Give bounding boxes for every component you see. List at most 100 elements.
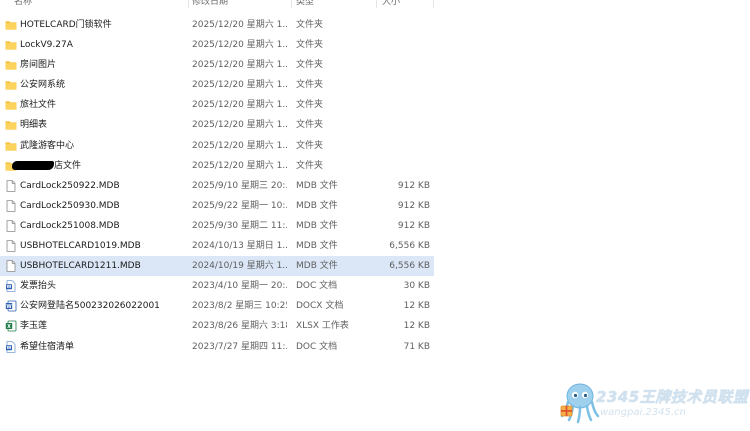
- column-name-header[interactable]: 名称: [14, 0, 32, 8]
- file-row[interactable]: 公安网系统 2025/12/20 星期六 1... 文件夹: [0, 75, 434, 95]
- file-name: CardLock250930.MDB: [20, 200, 120, 211]
- file-date-modified: 2023/4/10 星期一 20:...: [192, 281, 287, 292]
- file-row[interactable]: W 公安网登陆名500232026022001 2023/8/2 星期三 10:25…: [0, 296, 434, 316]
- file-row[interactable]: USBHOTELCARD1019.MDB 2024/10/13 星期日 1... M…: [0, 236, 434, 256]
- word-doc-icon: W: [5, 340, 17, 353]
- file-size: 6,556 KB: [389, 261, 430, 272]
- file-name: 明细表: [20, 120, 48, 131]
- column-divider[interactable]: [188, 0, 189, 8]
- file-row[interactable]: CardLock251008.MDB 2025/9/30 星期二 11:... MD…: [0, 216, 434, 236]
- file-date-modified: 2024/10/19 星期六 1...: [192, 261, 287, 272]
- file-type: XLSX 工作表: [296, 321, 349, 332]
- file-name: 公安网登陆名500232026022001: [20, 301, 160, 312]
- column-date-header[interactable]: 修改日期: [192, 0, 228, 8]
- file-type: MDB 文件: [296, 261, 338, 272]
- file-name: 发票抬头: [20, 281, 57, 292]
- file-type: 文件夹: [296, 80, 324, 91]
- file-type: 文件夹: [296, 20, 324, 30]
- column-type-header[interactable]: 类型: [296, 0, 314, 8]
- file-name: HOTELCARD门锁软件: [20, 20, 112, 30]
- file-size: [378, 75, 430, 95]
- file-icon: [5, 200, 17, 212]
- file-date-modified: 2023/7/27 星期四 11:...: [192, 341, 287, 352]
- file-date-modified: 2025/12/20 星期六 1...: [192, 100, 287, 111]
- file-row[interactable]: CardLock250922.MDB 2025/9/10 星期三 20:... MD…: [0, 176, 434, 196]
- file-row[interactable]: X 李玉莲 2023/8/26 星期六 3:18 XLSX 工作表 12 KB: [0, 316, 434, 336]
- word-doc-icon: W: [5, 280, 17, 293]
- file-type: MDB 文件: [296, 180, 338, 191]
- file-size: 912 KB: [397, 220, 430, 231]
- file-row[interactable]: W 发票抬头 2023/4/10 星期一 20:... DOC 文档 30 KB: [0, 276, 434, 296]
- file-size: 12 KB: [403, 321, 430, 332]
- file-size: [378, 15, 430, 35]
- excel-icon: X: [5, 320, 17, 332]
- file-size: [378, 115, 430, 135]
- file-name: USBHOTELCARD1211.MDB: [20, 261, 141, 272]
- file-size: [378, 156, 430, 176]
- file-type: 文件夹: [296, 60, 324, 71]
- file-row[interactable]: 武隆游客中心 2025/12/20 星期六 1... 文件夹: [0, 136, 434, 156]
- file-name: CardLock250922.MDB: [20, 180, 120, 191]
- file-type: DOC 文档: [296, 341, 338, 352]
- file-icon: [5, 240, 17, 252]
- file-size: 71 KB: [403, 341, 430, 352]
- svg-text:W: W: [6, 304, 12, 310]
- file-type: DOC 文档: [296, 281, 338, 292]
- file-date-modified: 2025/12/20 星期六 1...: [192, 160, 287, 171]
- svg-text:X: X: [7, 324, 11, 330]
- watermark-url: wangpai.2345.cn: [600, 407, 686, 418]
- file-type: 文件夹: [296, 120, 324, 131]
- file-row[interactable]: 房间图片 2025/12/20 星期六 1... 文件夹: [0, 55, 434, 75]
- file-size: 6,556 KB: [389, 241, 430, 252]
- folder-icon: [5, 140, 17, 152]
- file-list: HOTELCARD门锁软件 2025/12/20 星期六 1... 文件夹 LockV…: [0, 15, 434, 357]
- file-name: 李玉莲: [20, 321, 48, 332]
- file-name: CardLock251008.MDB: [20, 220, 120, 231]
- file-row[interactable]: CardLock250930.MDB 2025/9/22 星期一 10:... MD…: [0, 196, 434, 216]
- file-size: 912 KB: [397, 200, 430, 211]
- file-icon: [5, 179, 17, 192]
- file-name: 房间图片: [20, 60, 57, 71]
- column-divider[interactable]: [376, 0, 377, 8]
- column-divider[interactable]: [433, 0, 434, 8]
- file-type: 文件夹: [296, 40, 324, 51]
- file-date-modified: 2025/9/30 星期二 11:...: [192, 220, 287, 231]
- file-date-modified: 2025/12/20 星期六 1...: [192, 140, 287, 151]
- file-date-modified: 2025/9/22 星期一 10:...: [192, 200, 287, 211]
- file-name: 旅社文件: [20, 100, 57, 111]
- file-row[interactable]: W 希望住宿清单 2023/7/27 星期四 11:... DOC 文档 71 KB: [0, 337, 434, 357]
- file-name: USBHOTELCARD1019.MDB: [20, 241, 141, 252]
- file-row[interactable]: 明细表 2025/12/20 星期六 1... 文件夹: [0, 115, 434, 135]
- watermark: 2345王牌技术员联盟 wangpai.2345.cn: [558, 380, 748, 430]
- file-size: [378, 55, 430, 75]
- file-row[interactable]: HOTELCARD门锁软件 2025/12/20 星期六 1... 文件夹: [0, 15, 434, 35]
- file-icon: [5, 260, 17, 272]
- file-row[interactable]: 店文件 2025/12/20 星期六 1... 文件夹: [0, 156, 434, 176]
- folder-icon: [5, 99, 17, 111]
- file-date-modified: 2025/12/20 星期六 1...: [192, 20, 287, 30]
- file-date-modified: 2025/12/20 星期六 1...: [192, 60, 287, 71]
- file-row[interactable]: LockV9.27A 2025/12/20 星期六 1... 文件夹: [0, 35, 434, 55]
- file-type: MDB 文件: [296, 220, 338, 231]
- svg-text:W: W: [7, 284, 12, 290]
- file-name: 武隆游客中心: [20, 140, 75, 151]
- file-row[interactable]: 旅社文件 2025/12/20 星期六 1... 文件夹: [0, 95, 434, 115]
- file-date-modified: 2023/8/26 星期六 3:18: [192, 321, 287, 332]
- file-type: 文件夹: [296, 100, 324, 111]
- file-size: [378, 136, 430, 156]
- file-icon: [5, 220, 17, 232]
- file-type: MDB 文件: [296, 241, 338, 252]
- file-type: DOCX 文档: [296, 301, 344, 312]
- column-divider[interactable]: [291, 0, 292, 8]
- file-row[interactable]: USBHOTELCARD1211.MDB 2024/10/19 星期六 1... M…: [0, 256, 434, 277]
- file-name: 希望住宿清单: [20, 341, 75, 352]
- file-size: [378, 35, 430, 55]
- file-size: 30 KB: [403, 281, 430, 292]
- file-type: MDB 文件: [296, 200, 338, 211]
- file-date-modified: 2025/9/10 星期三 20:...: [192, 180, 287, 191]
- file-name: 公安网系统: [20, 80, 66, 91]
- column-size-header[interactable]: 大小: [382, 0, 400, 8]
- redaction-mark: [12, 160, 54, 170]
- word-docx-icon: W: [5, 300, 17, 312]
- folder-icon: [5, 59, 17, 71]
